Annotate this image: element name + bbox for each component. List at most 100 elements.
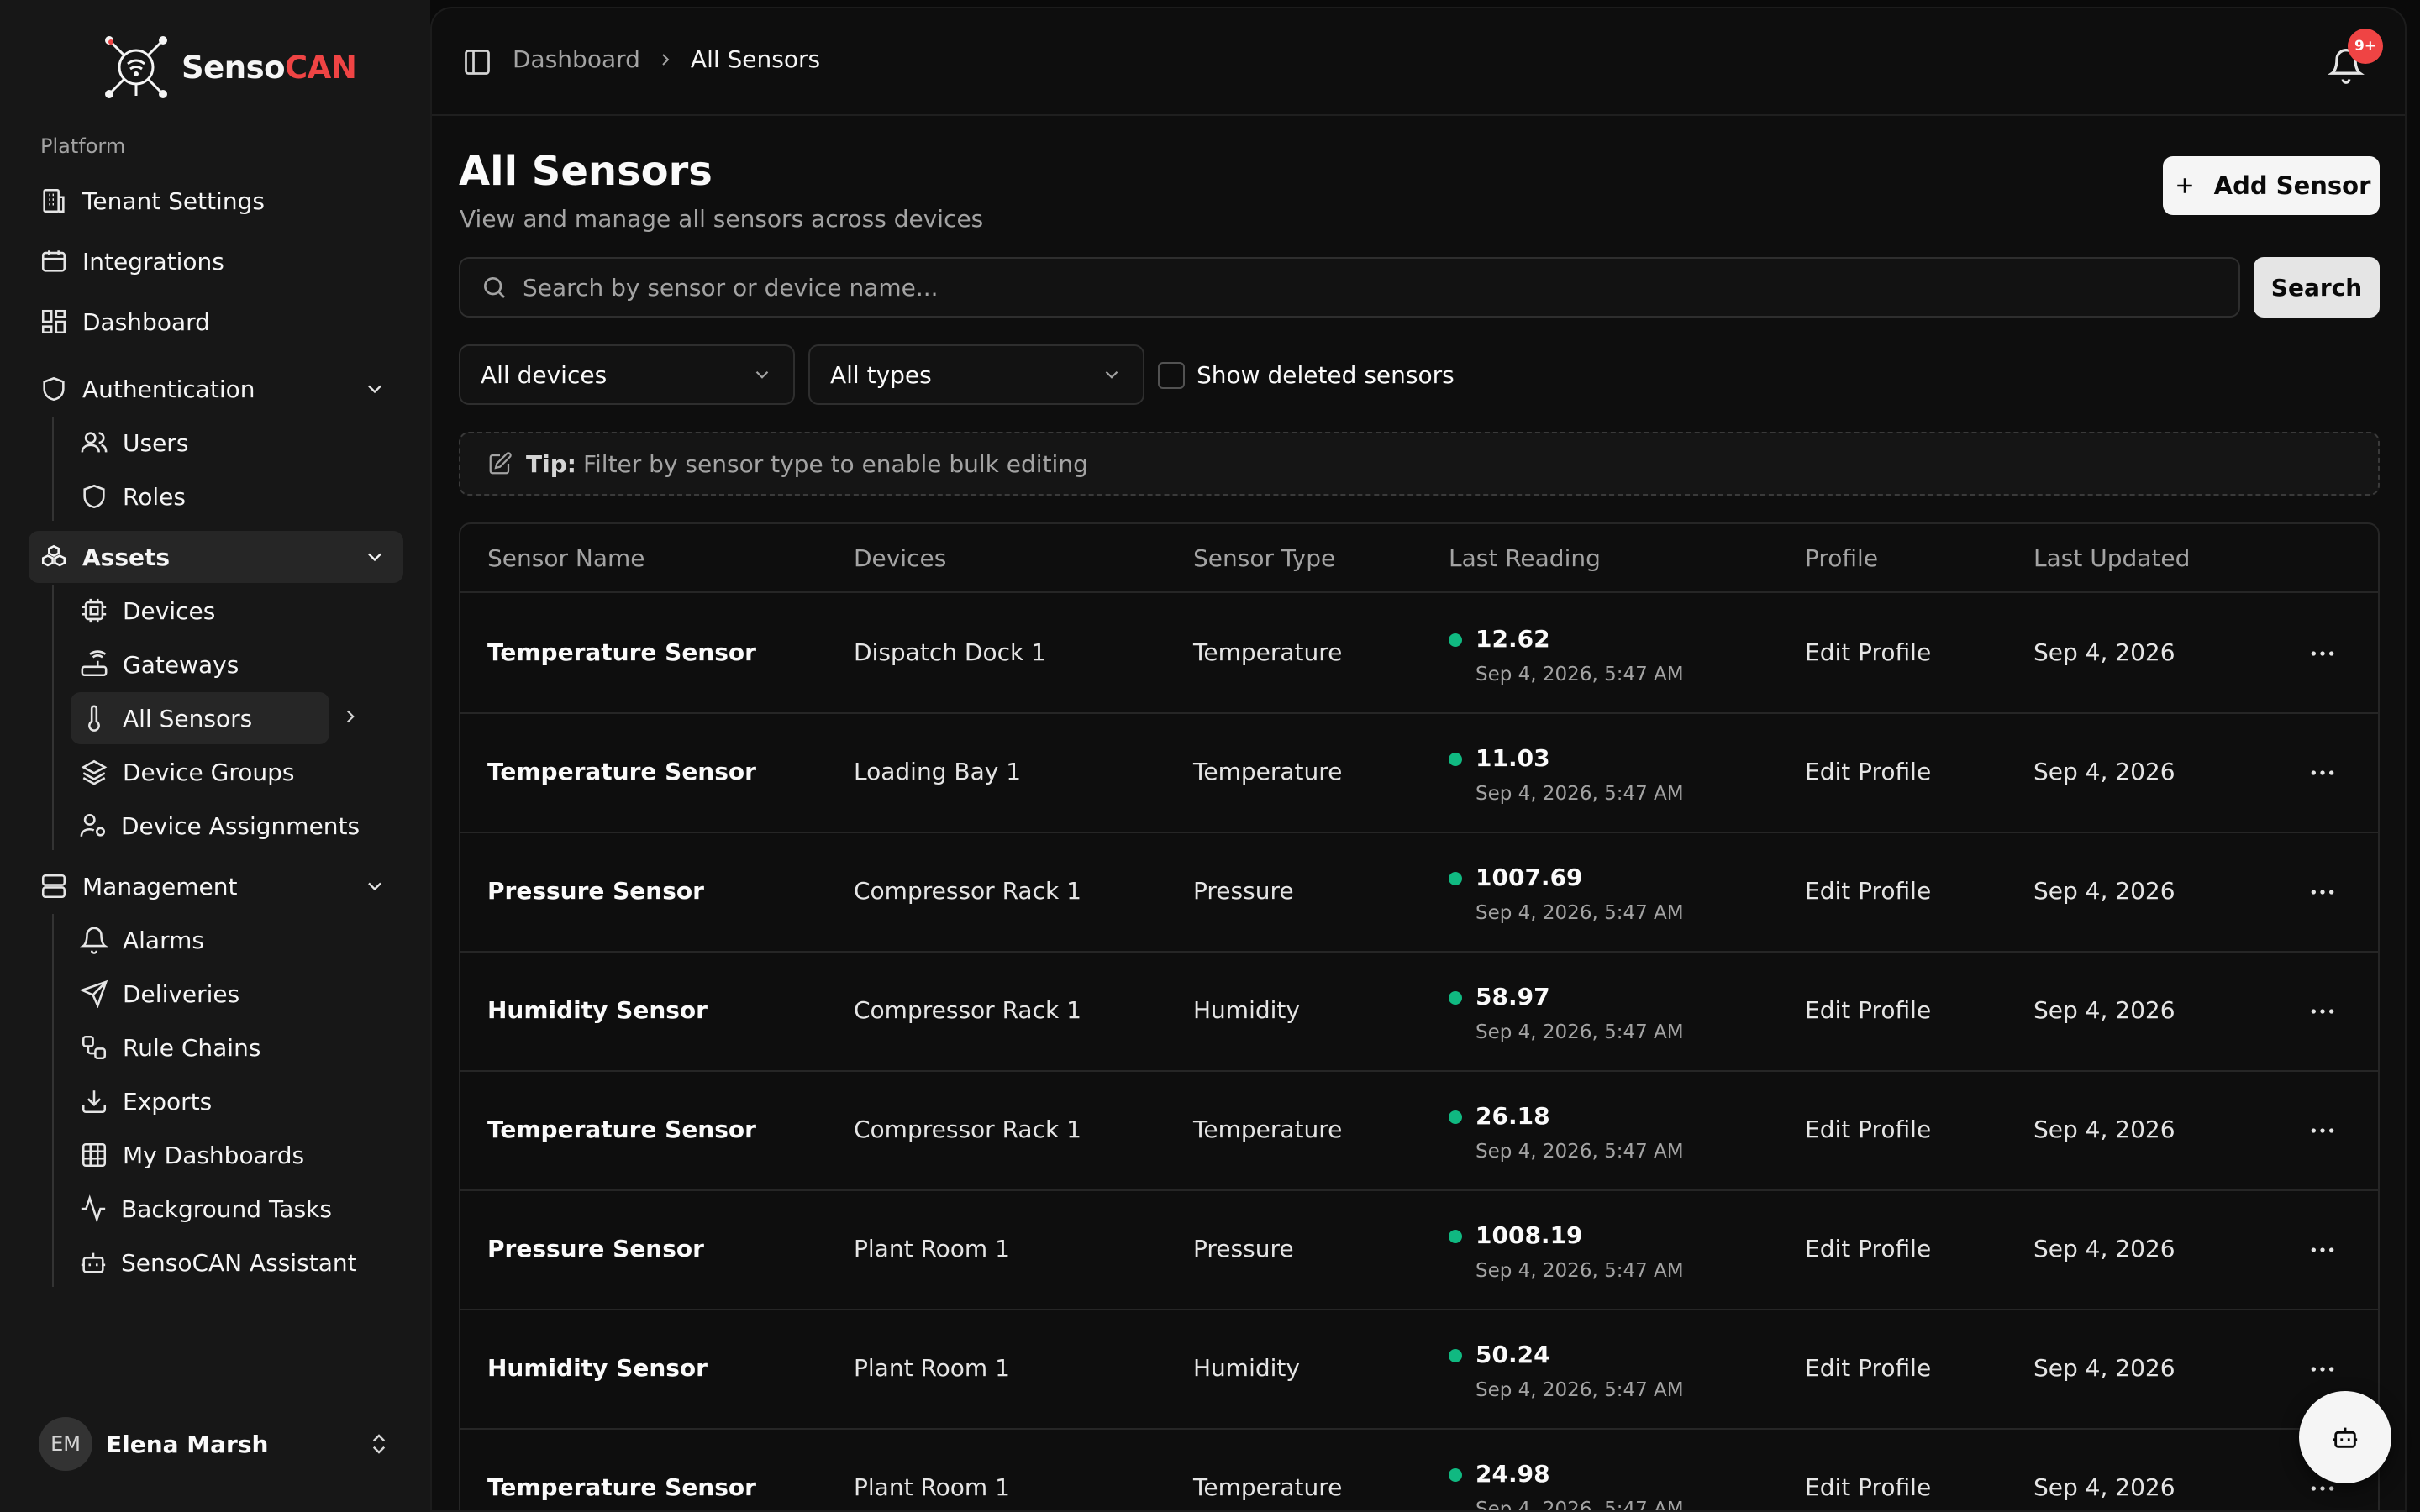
- add-sensor-button[interactable]: Add Sensor: [2163, 156, 2380, 215]
- sidebar-item-all-sensors[interactable]: All Sensors: [71, 692, 329, 744]
- sidebar-item-assets[interactable]: Assets: [29, 531, 403, 583]
- sidebar-toggle-icon[interactable]: [462, 47, 492, 77]
- more-actions-icon[interactable]: [2309, 1359, 2336, 1379]
- table-row[interactable]: Temperature Sensor Loading Bay 1 Temperatu…: [460, 714, 2378, 833]
- sidebar-item-label: Alarms: [123, 926, 204, 954]
- chevron-right-icon: [662, 53, 670, 66]
- sidebar-item-roles[interactable]: Roles: [71, 470, 331, 522]
- sidebar-item-label: Integrations: [82, 247, 224, 276]
- sidebar-item-label: Authentication: [82, 375, 255, 403]
- reading-timestamp: Sep 4, 2026, 5:47 AM: [1476, 664, 1684, 685]
- server-icon: [39, 871, 69, 901]
- table-row[interactable]: Humidity Sensor Compressor Rack 1 Humidity…: [460, 953, 2378, 1072]
- search-input[interactable]: [523, 273, 2238, 302]
- submenu-guide-line: [52, 914, 54, 1287]
- user-name: Elena Marsh: [106, 1430, 269, 1458]
- search-button[interactable]: Search: [2254, 257, 2380, 318]
- sidebar-item-device-groups[interactable]: Device Groups: [71, 746, 331, 798]
- show-deleted-checkbox[interactable]: [1158, 361, 1185, 389]
- sidebar-item-device-assignments[interactable]: Device Assignments: [71, 800, 360, 852]
- sensor-name-cell: Humidity Sensor: [487, 996, 708, 1024]
- show-deleted-label[interactable]: Show deleted sensors: [1197, 361, 1455, 389]
- breadcrumb-link-dashboard[interactable]: Dashboard: [513, 45, 640, 73]
- sensor-name-cell: Temperature Sensor: [487, 1116, 756, 1143]
- status-dot: [1449, 872, 1462, 885]
- device-cell: Plant Room 1: [854, 1473, 1010, 1501]
- device-filter-select[interactable]: All devices: [459, 344, 795, 405]
- edit-profile-link[interactable]: Edit Profile: [1805, 1473, 1931, 1501]
- chevron-right-icon[interactable]: [339, 706, 361, 727]
- chevron-down-icon: [755, 370, 769, 379]
- column-header-last-updated[interactable]: Last Updated: [2033, 544, 2190, 572]
- column-header-sensor-name[interactable]: Sensor Name: [487, 544, 644, 572]
- more-actions-icon[interactable]: [2309, 1121, 2336, 1141]
- sidebar-item-dashboard[interactable]: Dashboard: [29, 296, 403, 348]
- table-row[interactable]: Pressure Sensor Compressor Rack 1 Pressure…: [460, 833, 2378, 953]
- more-actions-icon[interactable]: [2309, 882, 2336, 902]
- sidebar-item-gateways[interactable]: Gateways: [71, 638, 331, 690]
- sensor-type-cell: Humidity: [1193, 1354, 1300, 1382]
- edit-profile-link[interactable]: Edit Profile: [1805, 1235, 1931, 1263]
- sidebar-item-integrations[interactable]: Integrations: [29, 235, 403, 287]
- edit-profile-link[interactable]: Edit Profile: [1805, 1116, 1931, 1143]
- table-row[interactable]: Humidity Sensor Plant Room 1 Humidity Edit …: [460, 1310, 2378, 1430]
- sensor-type-cell: Temperature: [1193, 1473, 1343, 1501]
- column-header-profile[interactable]: Profile: [1805, 544, 1878, 572]
- sensocan-logo-icon: [105, 36, 167, 98]
- table-row[interactable]: Pressure Sensor Plant Room 1 Pressure Edit …: [460, 1191, 2378, 1310]
- sidebar-item-exports[interactable]: Exports: [71, 1075, 331, 1127]
- more-actions-icon[interactable]: [2309, 643, 2336, 664]
- edit-profile-link[interactable]: Edit Profile: [1805, 758, 1931, 785]
- sidebar-item-management[interactable]: Management: [29, 860, 403, 912]
- column-header-last-reading[interactable]: Last Reading: [1449, 544, 1601, 572]
- sidebar-item-alarms[interactable]: Alarms: [71, 914, 331, 966]
- type-filter-value: All types: [830, 360, 932, 389]
- table-row[interactable]: Temperature Sensor Compressor Rack 1 Tempe…: [460, 1072, 2378, 1191]
- edit-profile-link[interactable]: Edit Profile: [1805, 638, 1931, 666]
- sensor-name-cell: Temperature Sensor: [487, 1473, 756, 1501]
- edit-profile-link[interactable]: Edit Profile: [1805, 877, 1931, 905]
- more-actions-icon[interactable]: [2309, 763, 2336, 783]
- shield-icon: [79, 481, 109, 512]
- submenu-guide-line: [52, 585, 54, 850]
- column-header-devices[interactable]: Devices: [854, 544, 946, 572]
- table-row[interactable]: Temperature Sensor Plant Room 1 Temperatur…: [460, 1430, 2378, 1510]
- sidebar-item-my-dashboards[interactable]: My Dashboards: [71, 1129, 331, 1181]
- last-updated-cell: Sep 4, 2026: [2033, 1235, 2175, 1263]
- router-icon: [79, 649, 109, 680]
- sidebar-item-devices[interactable]: Devices: [71, 585, 331, 637]
- user-menu[interactable]: EM Elena Marsh: [39, 1416, 392, 1472]
- table-row[interactable]: Temperature Sensor Dispatch Dock 1 Tempera…: [460, 595, 2378, 714]
- tip-label: Tip:: [526, 449, 576, 478]
- column-header-sensor-type[interactable]: Sensor Type: [1193, 544, 1335, 572]
- sidebar-item-tenant-settings[interactable]: Tenant Settings: [29, 175, 403, 227]
- assistant-fab-button[interactable]: [2299, 1391, 2391, 1483]
- chevron-down-icon: [363, 874, 387, 898]
- table-header: Sensor Name Devices Sensor Type Last Rea…: [460, 524, 2378, 593]
- edit-profile-link[interactable]: Edit Profile: [1805, 1354, 1931, 1382]
- sidebar-item-sensocan-assistant[interactable]: SensoCAN Assistant: [71, 1236, 357, 1289]
- more-actions-icon[interactable]: [2309, 1001, 2336, 1021]
- last-updated-cell: Sep 4, 2026: [2033, 996, 2175, 1024]
- add-sensor-label: Add Sensor: [2213, 171, 2371, 200]
- app-root: SensoCAN Platform Tenant Settings Integr…: [0, 0, 2420, 1512]
- tip-banner: Tip: Filter by sensor type to enable bul…: [459, 432, 2380, 496]
- edit-profile-link[interactable]: Edit Profile: [1805, 996, 1931, 1024]
- brand-logo[interactable]: SensoCAN: [99, 34, 357, 101]
- reading-value: 24.98: [1476, 1460, 1550, 1488]
- last-updated-cell: Sep 4, 2026: [2033, 1116, 2175, 1143]
- sidebar-item-rule-chains[interactable]: Rule Chains: [71, 1021, 331, 1074]
- type-filter-select[interactable]: All types: [808, 344, 1144, 405]
- breadcrumb: Dashboard All Sensors: [513, 45, 820, 73]
- reading-value: 1008.19: [1476, 1221, 1583, 1249]
- sidebar-item-background-tasks[interactable]: Background Tasks: [71, 1183, 332, 1235]
- sidebar-item-deliveries[interactable]: Deliveries: [71, 968, 331, 1020]
- tip-text: Filter by sensor type to enable bulk edi…: [582, 449, 1088, 478]
- sidebar-item-users[interactable]: Users: [71, 417, 331, 469]
- show-deleted-toggle: Show deleted sensors: [1158, 361, 1455, 389]
- last-updated-cell: Sep 4, 2026: [2033, 758, 2175, 785]
- more-actions-icon[interactable]: [2309, 1240, 2336, 1260]
- sidebar-item-authentication[interactable]: Authentication: [29, 363, 403, 415]
- calendar-icon: [39, 246, 69, 276]
- sidebar-item-label: Exports: [123, 1087, 213, 1116]
